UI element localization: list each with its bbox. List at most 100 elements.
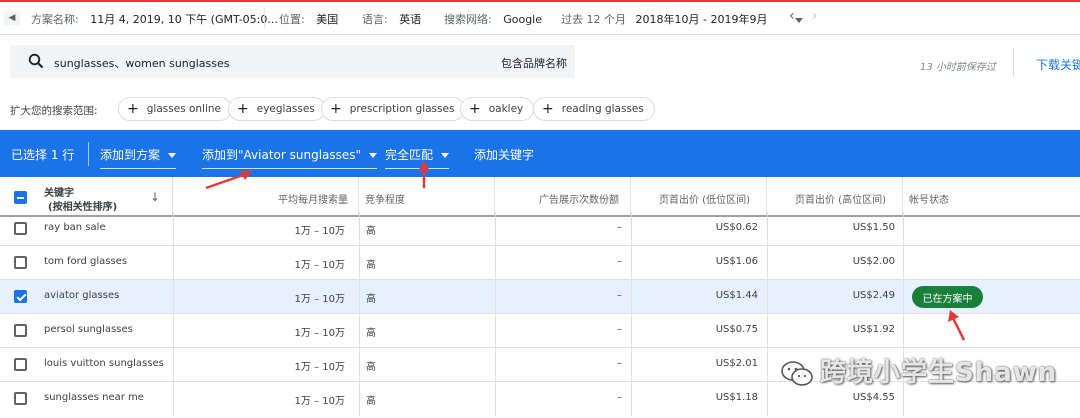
in-plan-status-badge: 已在方案中: [912, 286, 983, 308]
suggestion-chip[interactable]: + oakley: [460, 97, 535, 121]
table-header: 关键字 (按相关性排序) ↓ 平均每月搜索量 竞争程度 广告展示次数份额 页首出…: [0, 177, 1080, 217]
location-setting[interactable]: 位置: 美国: [279, 11, 338, 27]
expand-search-label: 扩大您的搜索范围:: [10, 105, 98, 117]
competition-cell: 高: [366, 226, 376, 237]
divider: [264, 8, 265, 28]
competition-cell: 高: [366, 328, 376, 339]
bid-low-cell: US$2.01: [715, 358, 758, 369]
share-cell: –: [617, 324, 622, 335]
impression-share-header[interactable]: 广告展示次数份额: [539, 191, 619, 206]
competition-cell: 高: [366, 260, 376, 271]
search-icon: [28, 53, 44, 69]
searches-cell: 1万 – 10万: [294, 362, 345, 373]
dropdown-arrow-icon: [168, 153, 177, 158]
period-label: 过去 12 个月: [561, 13, 626, 26]
wechat-logo-icon: [781, 360, 813, 386]
dropdown-arrow-icon: [441, 153, 450, 158]
share-cell: –: [617, 222, 622, 233]
bid-low-cell: US$1.06: [715, 256, 758, 267]
sort-arrow-icon[interactable]: ↓: [150, 190, 160, 204]
prev-period-icon[interactable]: ‹: [789, 8, 795, 24]
competition-cell: 高: [366, 294, 376, 305]
row-checkbox[interactable]: [14, 358, 27, 371]
bid-low-header[interactable]: 页首出价 (低位区间): [659, 191, 750, 206]
row-checkbox[interactable]: [14, 392, 27, 405]
bid-high-cell: US$4.55: [852, 392, 895, 403]
download-keywords-link[interactable]: 下载关键: [1036, 56, 1080, 73]
share-cell: –: [617, 392, 622, 403]
share-cell: –: [617, 358, 622, 369]
divider: [1013, 48, 1014, 76]
language-value: 英语: [399, 13, 422, 26]
plus-icon: +: [330, 101, 342, 117]
searches-cell: 1万 – 10万: [294, 328, 345, 339]
network-value: Google: [503, 13, 543, 26]
row-checkbox[interactable]: [14, 222, 27, 235]
bid-high-cell: US$2.49: [852, 290, 895, 301]
bid-high-header[interactable]: 页首出价 (高位区间): [795, 191, 886, 206]
match-type-button[interactable]: 完全匹配: [385, 146, 450, 169]
add-keyword-button[interactable]: 添加关键字: [474, 146, 534, 163]
collapse-left-icon[interactable]: ◀: [4, 11, 20, 25]
plus-icon: +: [542, 101, 554, 117]
searches-cell: 1万 – 10万: [294, 260, 345, 271]
bid-high-cell: US$2.00: [852, 256, 895, 267]
divider: [88, 142, 89, 166]
row-checkbox[interactable]: [14, 290, 27, 303]
selected-count: 已选择 1 行: [11, 148, 75, 162]
account-status-header[interactable]: 帐号状态: [909, 191, 949, 206]
keyword-cell: ray ban sale: [44, 222, 106, 233]
language-label: 语言:: [362, 13, 388, 26]
period-value: 2018年10月 - 2019年9月: [635, 13, 768, 26]
watermark: 跨境小学生Shawn: [780, 352, 1057, 389]
row-checkbox[interactable]: [14, 324, 27, 337]
include-brand-toggle[interactable]: 包含品牌名称: [501, 55, 567, 71]
suggestion-chip[interactable]: + eyeglasses: [228, 97, 326, 121]
bid-high-cell: US$1.50: [852, 222, 895, 233]
plan-name-label: 方案名称:: [31, 13, 79, 26]
plus-icon: +: [237, 101, 249, 117]
network-setting[interactable]: 搜索网络: Google: [444, 11, 542, 27]
avg-searches-header[interactable]: 平均每月搜索量: [278, 191, 348, 206]
table-row[interactable]: ray ban sale 1万 – 10万 高 – US$0.62 US$1.5…: [0, 212, 1080, 246]
table-row[interactable]: tom ford glasses 1万 – 10万 高 – US$1.06 US…: [0, 246, 1080, 280]
keyword-cell: persol sunglasses: [44, 324, 133, 335]
plan-info-bar: ◀ 方案名称: 11月 4, 2019, 10 下午 (GMT-05:0... …: [0, 0, 1080, 35]
suggestion-chip[interactable]: + glasses online: [118, 97, 232, 121]
plus-icon: +: [127, 101, 139, 117]
location-label: 位置:: [279, 13, 305, 26]
language-setting[interactable]: 语言: 英语: [362, 11, 421, 27]
table-row[interactable]: aviator glasses 1万 – 10万 高 – US$1.44 US$…: [0, 280, 1080, 314]
saved-status: 13 小时前保存过: [920, 62, 996, 73]
top-accent-line: [0, 0, 1080, 2]
table-row[interactable]: persol sunglasses 1万 – 10万 高 – US$0.75 U…: [0, 314, 1080, 348]
add-to-plan-button[interactable]: 添加到方案: [100, 146, 177, 169]
competition-header[interactable]: 竞争程度: [365, 191, 405, 206]
search-query[interactable]: sunglasses、women sunglasses: [54, 55, 230, 71]
suggestion-chip[interactable]: + reading glasses: [533, 97, 655, 121]
next-period-icon[interactable]: ›: [812, 8, 818, 24]
keyword-header-sub: (按相关性排序): [48, 202, 118, 213]
bid-high-cell: US$1.92: [852, 324, 895, 335]
add-to-ad-group-button[interactable]: 添加到"Aviator sunglasses": [202, 146, 378, 169]
row-checkbox[interactable]: [14, 256, 27, 269]
share-cell: –: [617, 290, 622, 301]
date-range-select[interactable]: 过去 12 个月 2018年10月 - 2019年9月: [561, 11, 803, 27]
bid-low-cell: US$1.18: [715, 392, 758, 403]
dropdown-arrow-icon: [369, 153, 378, 158]
plan-name[interactable]: 方案名称: 11月 4, 2019, 10 下午 (GMT-05:0...: [31, 11, 278, 27]
dropdown-arrow-icon: [794, 17, 803, 23]
keyword-header[interactable]: 关键字: [44, 184, 74, 199]
keyword-cell: louis vuitton sunglasses: [44, 358, 164, 369]
network-label: 搜索网络:: [444, 13, 492, 26]
searches-cell: 1万 – 10万: [294, 294, 345, 305]
keyword-search-box[interactable]: sunglasses、women sunglasses 包含品牌名称: [10, 45, 575, 78]
suggestion-chip[interactable]: + prescription glasses: [321, 97, 466, 121]
bid-low-cell: US$0.62: [715, 222, 758, 233]
keyword-cell: sunglasses near me: [44, 392, 144, 403]
location-value: 美国: [316, 13, 339, 26]
select-all-checkbox[interactable]: [14, 191, 27, 204]
bid-low-cell: US$0.75: [715, 324, 758, 335]
keyword-cell: aviator glasses: [44, 290, 120, 301]
bid-low-cell: US$1.44: [715, 290, 758, 301]
